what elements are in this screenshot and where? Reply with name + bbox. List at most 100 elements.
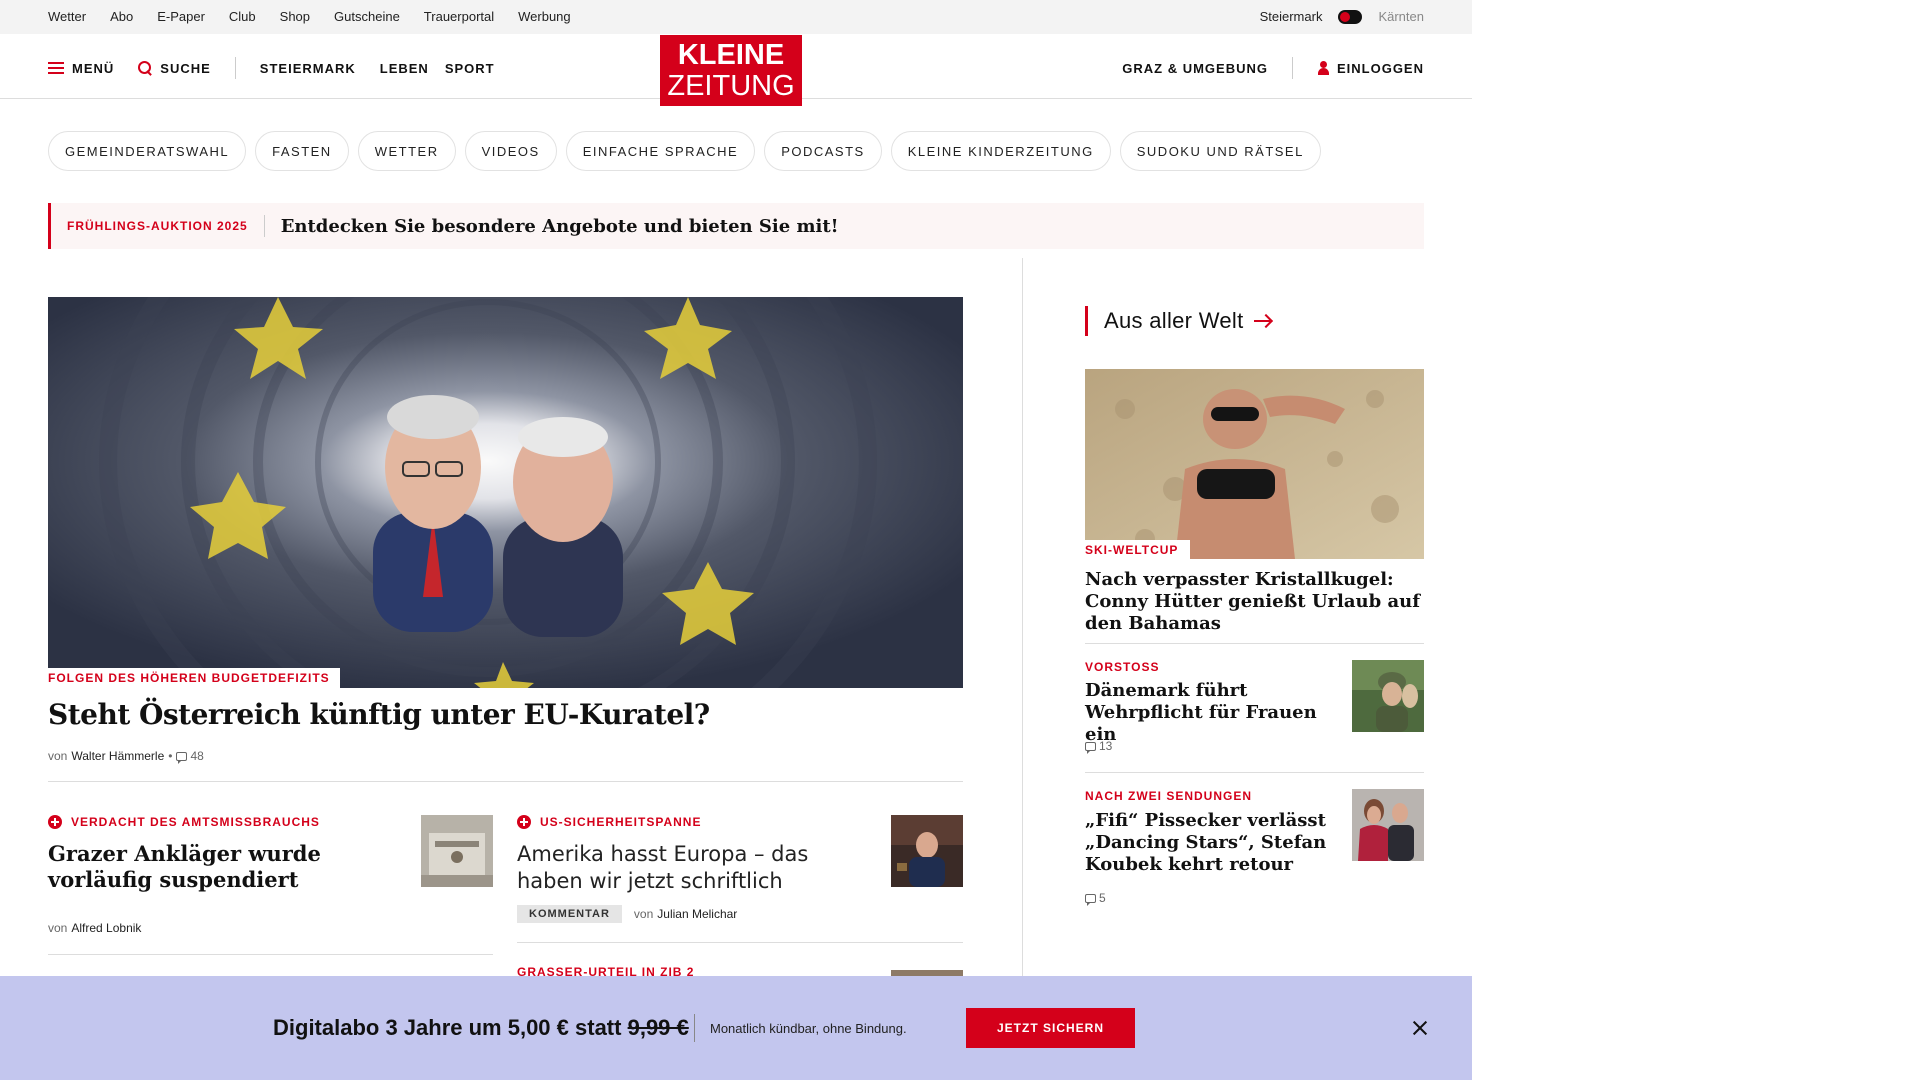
divider bbox=[1085, 772, 1424, 773]
hero-author[interactable]: Walter Hämmerle bbox=[71, 749, 164, 763]
article-kicker-text: US-SICHERHEITSPANNE bbox=[540, 815, 702, 829]
article-kicker: VERDACHT DES AMTSMISSBRAUCHS bbox=[48, 815, 388, 829]
sidebar-item-thumbnail[interactable] bbox=[1352, 660, 1424, 732]
util-link-gutscheine[interactable]: Gutscheine bbox=[334, 9, 400, 24]
close-icon[interactable] bbox=[1411, 1019, 1429, 1037]
comment-count: 5 bbox=[1099, 891, 1106, 905]
login-label: EINLOGGEN bbox=[1336, 60, 1424, 76]
site-logo[interactable]: KLEINE ZEITUNG bbox=[660, 35, 802, 106]
article-author[interactable]: Julian Melichar bbox=[657, 907, 737, 921]
article-kicker: US-SICHERHEITSPANNE bbox=[517, 815, 857, 829]
nav-sport[interactable]: SPORT bbox=[445, 61, 495, 76]
util-link-club[interactable]: Club bbox=[229, 9, 256, 24]
comment-icon bbox=[1085, 741, 1096, 754]
topic-pill[interactable]: WETTER bbox=[357, 131, 456, 171]
search-button[interactable]: SUCHE bbox=[138, 61, 211, 76]
search-label: SUCHE bbox=[160, 60, 211, 76]
hero-comment-count[interactable]: 48 bbox=[190, 749, 203, 763]
region-graz-link[interactable]: GRAZ & UMGEBUNG bbox=[1122, 61, 1268, 76]
feature-image[interactable] bbox=[1085, 369, 1424, 559]
article-teaser[interactable]: VERDACHT DES AMTSMISSBRAUCHS Grazer Ankl… bbox=[48, 815, 388, 893]
topic-pill[interactable]: SUDOKU UND RÄTSEL bbox=[1119, 131, 1321, 171]
util-link-shop[interactable]: Shop bbox=[280, 9, 310, 24]
plus-icon bbox=[517, 815, 531, 829]
user-icon bbox=[1317, 61, 1329, 75]
sidebar-item-title[interactable]: Dänemark führt Wehrpflicht für Frauen ei… bbox=[1085, 680, 1330, 746]
feature-kicker[interactable]: SKI-WELTCUP bbox=[1085, 540, 1191, 560]
divider bbox=[48, 781, 963, 782]
banner-divider bbox=[694, 1014, 695, 1042]
hero-meta: von Walter Hämmerle • 48 bbox=[48, 749, 204, 764]
meta-dot: • bbox=[168, 749, 173, 763]
sidebar-item-kicker[interactable]: NACH ZWEI SENDUNGEN bbox=[1085, 789, 1252, 803]
search-icon bbox=[138, 61, 152, 75]
header-right: GRAZ & UMGEBUNG EINLOGGEN bbox=[1122, 57, 1424, 79]
util-link-trauerportal[interactable]: Trauerportal bbox=[424, 9, 494, 24]
feature-title[interactable]: Nach verpasster Kristallkugel: Conny Hüt… bbox=[1085, 569, 1424, 635]
hamburger-icon bbox=[48, 62, 64, 74]
article-thumbnail[interactable] bbox=[421, 815, 493, 887]
subscribe-button[interactable]: JETZT SICHERN bbox=[966, 1008, 1135, 1048]
sidebar-item-comments[interactable]: 5 bbox=[1085, 891, 1106, 906]
divider bbox=[1085, 643, 1424, 644]
region-toggle[interactable] bbox=[1338, 9, 1363, 24]
article-kicker-text: VERDACHT DES AMTSMISSBRAUCHS bbox=[71, 815, 320, 829]
article-title[interactable]: Amerika hasst Europa – das haben wir jet… bbox=[517, 841, 857, 895]
promo-text: Entdecken Sie besondere Angebote und bie… bbox=[280, 215, 839, 237]
util-link-werbung[interactable]: Werbung bbox=[518, 9, 571, 24]
hero-kicker[interactable]: FOLGEN DES HÖHEREN BUDGETDEFIZITS bbox=[48, 668, 340, 688]
subscription-banner: Digitalabo 3 Jahre um 5,00 € statt 9,99 … bbox=[0, 976, 1472, 1080]
hero-image[interactable] bbox=[48, 297, 963, 688]
util-link-abo[interactable]: Abo bbox=[110, 9, 133, 24]
kommentar-badge: KOMMENTAR bbox=[517, 905, 622, 923]
header-divider bbox=[234, 57, 236, 79]
topic-pill[interactable]: PODCASTS bbox=[764, 131, 882, 171]
news-site: Wetter Abo E-Paper Club Shop Gutscheine … bbox=[0, 0, 1472, 1080]
divider bbox=[48, 954, 493, 955]
nav-steiermark[interactable]: STEIERMARK bbox=[260, 61, 356, 76]
topic-pills: GEMEINDERATSWAHL FASTEN WETTER VIDEOS EI… bbox=[48, 131, 1330, 171]
article-thumbnail[interactable] bbox=[891, 815, 963, 887]
by-label: von bbox=[633, 907, 654, 921]
login-button[interactable]: EINLOGGEN bbox=[1317, 61, 1424, 76]
arrow-right-icon bbox=[1253, 315, 1272, 327]
topic-pill[interactable]: KLEINE KINDERZEITUNG bbox=[890, 131, 1111, 171]
menu-label: MENÜ bbox=[72, 60, 115, 76]
article-meta: von Alfred Lobnik bbox=[48, 921, 141, 935]
topic-pill[interactable]: EINFACHE SPRACHE bbox=[565, 131, 756, 171]
article-title[interactable]: Grazer Ankläger wurde vorläufig suspendi… bbox=[48, 841, 388, 893]
by-label: von bbox=[48, 749, 68, 763]
header-left: MENÜ SUCHE STEIERMARK LEBEN SPORT bbox=[48, 57, 519, 79]
article-teaser[interactable]: US-SICHERHEITSPANNE Amerika hasst Europa… bbox=[517, 815, 857, 895]
main-header: MENÜ SUCHE STEIERMARK LEBEN SPORT KLEINE… bbox=[0, 34, 1472, 106]
sidebar-item-thumbnail[interactable] bbox=[1352, 789, 1424, 861]
menu-button[interactable]: MENÜ bbox=[48, 61, 114, 76]
logo-line-2: ZEITUNG bbox=[667, 70, 795, 102]
plus-icon bbox=[48, 815, 62, 829]
promo-bar[interactable]: FRÜHLINGS-AUKTION 2025 Entdecken Sie bes… bbox=[48, 203, 1424, 249]
by-label: von bbox=[48, 921, 68, 935]
promo-divider bbox=[263, 215, 265, 237]
topic-pill[interactable]: VIDEOS bbox=[464, 131, 557, 171]
comment-count: 13 bbox=[1099, 739, 1113, 753]
sidebar-item-kicker[interactable]: VORSTOSS bbox=[1085, 660, 1159, 674]
region-kaernten[interactable]: Kärnten bbox=[1378, 9, 1424, 24]
sidebar-item-comments[interactable]: 13 bbox=[1085, 739, 1113, 754]
topic-pill[interactable]: FASTEN bbox=[255, 131, 349, 171]
util-link-epaper[interactable]: E-Paper bbox=[157, 9, 205, 24]
nav-leben[interactable]: LEBEN bbox=[380, 61, 429, 76]
banner-old-price: 9,99 € bbox=[627, 1015, 689, 1040]
hero-title[interactable]: Steht Österreich künftig unter EU-Kurate… bbox=[48, 698, 963, 731]
banner-offer-main: Digitalabo 3 Jahre um 5,00 € statt bbox=[273, 1015, 622, 1040]
region-steiermark[interactable]: Steiermark bbox=[1260, 9, 1323, 24]
section-title: Aus aller Welt bbox=[1104, 308, 1244, 333]
util-link-wetter[interactable]: Wetter bbox=[48, 9, 86, 24]
sidebar-item-title[interactable]: „Fifi“ Pissecker verlässt „Dancing Stars… bbox=[1085, 810, 1330, 876]
utility-links: Wetter Abo E-Paper Club Shop Gutscheine … bbox=[48, 9, 595, 24]
section-header-aus-aller-welt[interactable]: Aus aller Welt bbox=[1085, 306, 1272, 336]
article-author[interactable]: Alfred Lobnik bbox=[71, 921, 141, 935]
column-divider bbox=[1022, 258, 1023, 998]
divider bbox=[517, 942, 963, 943]
topic-pill[interactable]: GEMEINDERATSWAHL bbox=[48, 131, 247, 171]
logo-line-1: KLEINE bbox=[677, 39, 785, 71]
